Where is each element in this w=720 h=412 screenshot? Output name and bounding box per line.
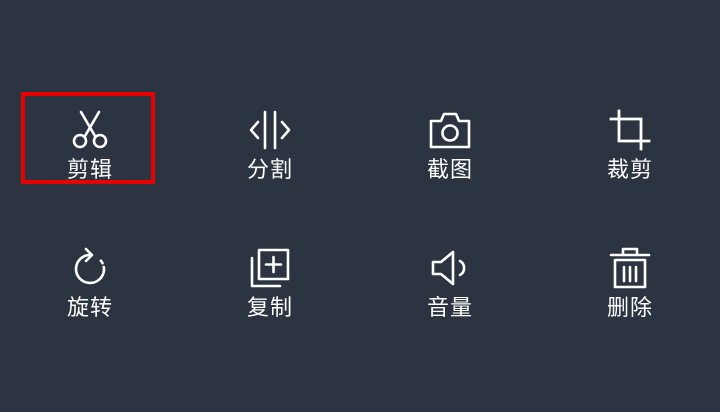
tool-delete-button[interactable]: 删除	[560, 230, 700, 326]
volume-icon	[428, 246, 472, 290]
tool-grid: 剪辑 分割 截图 裁剪 旋转 复制 音量 删除	[0, 0, 720, 412]
crop-icon	[608, 108, 652, 152]
trash-icon	[608, 246, 652, 290]
copy-icon	[248, 246, 292, 290]
tool-copy-label: 复制	[246, 296, 293, 321]
tool-volume-button[interactable]: 音量	[380, 230, 520, 326]
tool-split-button[interactable]: 分割	[200, 92, 340, 188]
scissors-icon	[68, 108, 112, 152]
split-icon	[248, 108, 292, 152]
tool-screenshot-button[interactable]: 截图	[380, 92, 520, 188]
tool-copy-button[interactable]: 复制	[200, 230, 340, 326]
tool-cut-button[interactable]: 剪辑	[20, 92, 160, 188]
tool-crop-label: 裁剪	[606, 158, 653, 183]
tool-split-label: 分割	[246, 158, 293, 183]
tool-delete-label: 删除	[606, 296, 653, 321]
tool-rotate-button[interactable]: 旋转	[20, 230, 160, 326]
tool-cut-label: 剪辑	[66, 158, 113, 183]
tool-screenshot-label: 截图	[426, 158, 473, 183]
rotate-icon	[68, 246, 112, 290]
tool-volume-label: 音量	[426, 296, 473, 321]
camera-icon	[428, 108, 472, 152]
tool-rotate-label: 旋转	[66, 296, 113, 321]
tool-crop-button[interactable]: 裁剪	[560, 92, 700, 188]
